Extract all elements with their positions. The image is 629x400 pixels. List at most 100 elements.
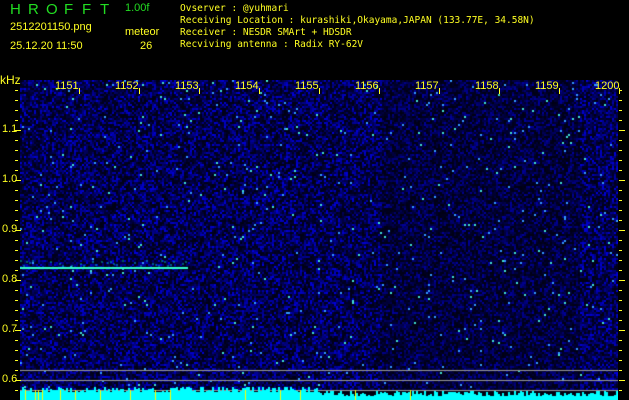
meteor-count: 26 xyxy=(140,40,153,52)
y-tick xyxy=(15,350,18,351)
info-receiver: Receiver : NESDR SMArt + HDSDR xyxy=(180,27,535,39)
station-info: Ovserver : @yuhmari Receiving Location :… xyxy=(180,3,535,51)
x-tick-label: 1154 xyxy=(235,80,259,92)
y-tick xyxy=(15,90,18,91)
info-label: Ovserver xyxy=(180,3,232,14)
x-tick-label: 1155 xyxy=(295,80,319,92)
y-tick xyxy=(15,150,18,151)
y-tick xyxy=(619,130,625,131)
y-tick xyxy=(619,340,622,341)
info-label: Receiving Location xyxy=(180,15,289,26)
y-tick xyxy=(619,140,622,141)
x-tick-label: 1151 xyxy=(55,80,79,92)
x-tick xyxy=(139,88,140,94)
y-tick xyxy=(619,380,625,381)
y-tick xyxy=(619,180,625,181)
y-tick xyxy=(15,170,18,171)
y-tick xyxy=(15,130,21,131)
y-tick xyxy=(15,110,18,111)
y-tick xyxy=(619,240,622,241)
info-label: Recviving antenna xyxy=(180,39,283,50)
y-tick xyxy=(15,180,21,181)
y-tick xyxy=(15,200,18,201)
info-value: : @yuhmari xyxy=(231,3,289,14)
x-tick-label: 1153 xyxy=(175,80,199,92)
x-tick xyxy=(259,88,260,94)
x-tick-label: 1157 xyxy=(415,80,439,92)
y-tick xyxy=(15,280,21,281)
y-tick xyxy=(619,350,622,351)
x-tick xyxy=(559,88,560,94)
y-tick xyxy=(619,230,625,231)
y-tick xyxy=(15,240,18,241)
y-tick xyxy=(619,280,625,281)
info-label: Receiver xyxy=(180,27,232,38)
y-tick xyxy=(619,290,622,291)
y-tick xyxy=(15,120,18,121)
app-title-letter: F xyxy=(82,1,92,18)
filename: 2512201150.png xyxy=(10,21,92,33)
y-tick xyxy=(619,160,622,161)
app-title-letter: R xyxy=(28,1,39,18)
datetime: 25.12.20 11:50 xyxy=(10,40,83,52)
y-tick xyxy=(15,360,18,361)
y-tick-label: 0.8 xyxy=(2,273,18,285)
y-tick xyxy=(15,190,18,191)
y-tick-label: 1.0 xyxy=(2,173,18,185)
x-tick xyxy=(319,88,320,94)
x-tick xyxy=(499,88,500,94)
y-tick xyxy=(15,270,18,271)
y-tick xyxy=(619,190,622,191)
version: 1.00f xyxy=(125,2,150,14)
x-tick xyxy=(619,88,620,94)
y-tick xyxy=(15,340,18,341)
y-tick xyxy=(619,170,622,171)
y-tick-label: 0.7 xyxy=(2,323,18,335)
y-tick xyxy=(619,300,622,301)
info-location: Receiving Location : kurashiki,Okayama,J… xyxy=(180,15,535,27)
y-tick-label: 1.1 xyxy=(2,123,18,135)
y-tick xyxy=(15,160,18,161)
y-tick xyxy=(619,220,622,221)
y-tick xyxy=(619,110,622,111)
app-title-letter: T xyxy=(100,1,110,18)
y-tick xyxy=(15,300,18,301)
info-observer: Ovserver : @yuhmari xyxy=(180,3,535,15)
y-tick xyxy=(15,100,18,101)
info-value: : NESDR SMArt + HDSDR xyxy=(231,27,352,38)
y-tick xyxy=(15,140,18,141)
y-tick xyxy=(619,310,622,311)
y-tick xyxy=(15,250,18,251)
y-tick xyxy=(619,270,622,271)
y-unit-label: kHz xyxy=(0,73,21,87)
info-antenna: Recviving antenna : Radix RY-62V xyxy=(180,39,535,51)
y-tick xyxy=(619,120,622,121)
app-title-letter: O xyxy=(46,1,58,18)
y-tick xyxy=(619,250,622,251)
y-tick xyxy=(619,90,622,91)
y-tick xyxy=(619,370,622,371)
y-tick xyxy=(15,210,18,211)
y-tick xyxy=(15,320,18,321)
x-tick-label: 1158 xyxy=(475,80,499,92)
y-tick xyxy=(15,370,18,371)
info-value: : kurashiki,Okayama,JAPAN (133.77E, 34.5… xyxy=(288,15,535,26)
y-tick xyxy=(15,380,21,381)
x-tick-label: 1200 xyxy=(595,80,620,92)
y-tick xyxy=(619,150,622,151)
y-tick xyxy=(619,390,622,391)
app-title-letter: F xyxy=(64,1,74,18)
y-tick xyxy=(15,310,18,311)
y-tick-label: 0.6 xyxy=(2,373,18,385)
y-tick xyxy=(15,390,18,391)
y-tick xyxy=(619,210,622,211)
y-tick xyxy=(619,330,625,331)
y-tick xyxy=(619,100,622,101)
y-tick xyxy=(15,260,18,261)
x-tick xyxy=(79,88,80,94)
y-tick xyxy=(15,220,18,221)
app-title-letter: H xyxy=(10,1,21,18)
y-tick-label: 0.9 xyxy=(2,223,18,235)
x-tick xyxy=(199,88,200,94)
x-tick xyxy=(379,88,380,94)
